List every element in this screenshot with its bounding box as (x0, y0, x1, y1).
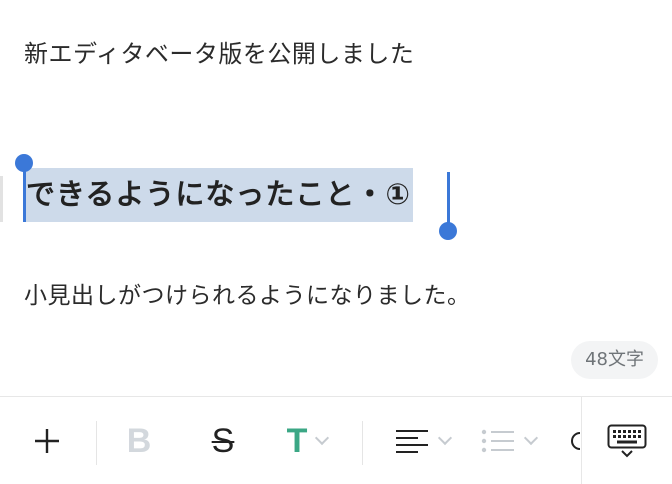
heading-block-marker (0, 176, 3, 222)
text-style-button[interactable]: T (276, 397, 338, 484)
bold-button[interactable]: B (116, 397, 162, 484)
heading-block[interactable]: できるようになったこと・① (24, 168, 413, 222)
plus-icon (35, 429, 59, 453)
selected-heading-text[interactable]: できるようになったこと・① (24, 168, 413, 222)
strikethrough-button[interactable]: S (200, 397, 246, 484)
text-style-icon: T (286, 421, 308, 460)
partial-link-icon (571, 432, 581, 450)
chevron-down-icon (437, 430, 453, 446)
toolbar-divider (362, 421, 363, 465)
chevron-down-icon (315, 430, 330, 446)
toolbar-divider (96, 421, 97, 465)
bold-icon: B (126, 421, 152, 460)
selection-end-handle[interactable] (439, 222, 457, 240)
selection-end-caret (447, 172, 450, 228)
editor-page: 新エディタベータ版を公開しました できるようになったこと・① 小見出しがつけられ… (0, 0, 672, 484)
keyboard-toggle-button[interactable] (581, 397, 672, 484)
align-left-icon (396, 430, 428, 453)
chevron-down-icon (523, 430, 539, 446)
format-toolbar: B S T (0, 396, 672, 484)
selection-start-caret (23, 168, 26, 222)
keyboard-icon (607, 424, 647, 458)
add-button[interactable] (22, 397, 72, 484)
align-button[interactable] (386, 397, 458, 484)
article-title[interactable]: 新エディタベータ版を公開しました (24, 34, 414, 69)
strikethrough-icon: S (211, 421, 235, 460)
selection-start-handle[interactable] (15, 154, 33, 172)
more-tool-button[interactable] (566, 397, 582, 484)
character-count-badge: 48文字 (571, 341, 658, 379)
list-button[interactable] (472, 397, 544, 484)
body-paragraph[interactable]: 小見出しがつけられるようになりました。 (24, 276, 471, 310)
bulleted-list-icon (481, 429, 514, 453)
